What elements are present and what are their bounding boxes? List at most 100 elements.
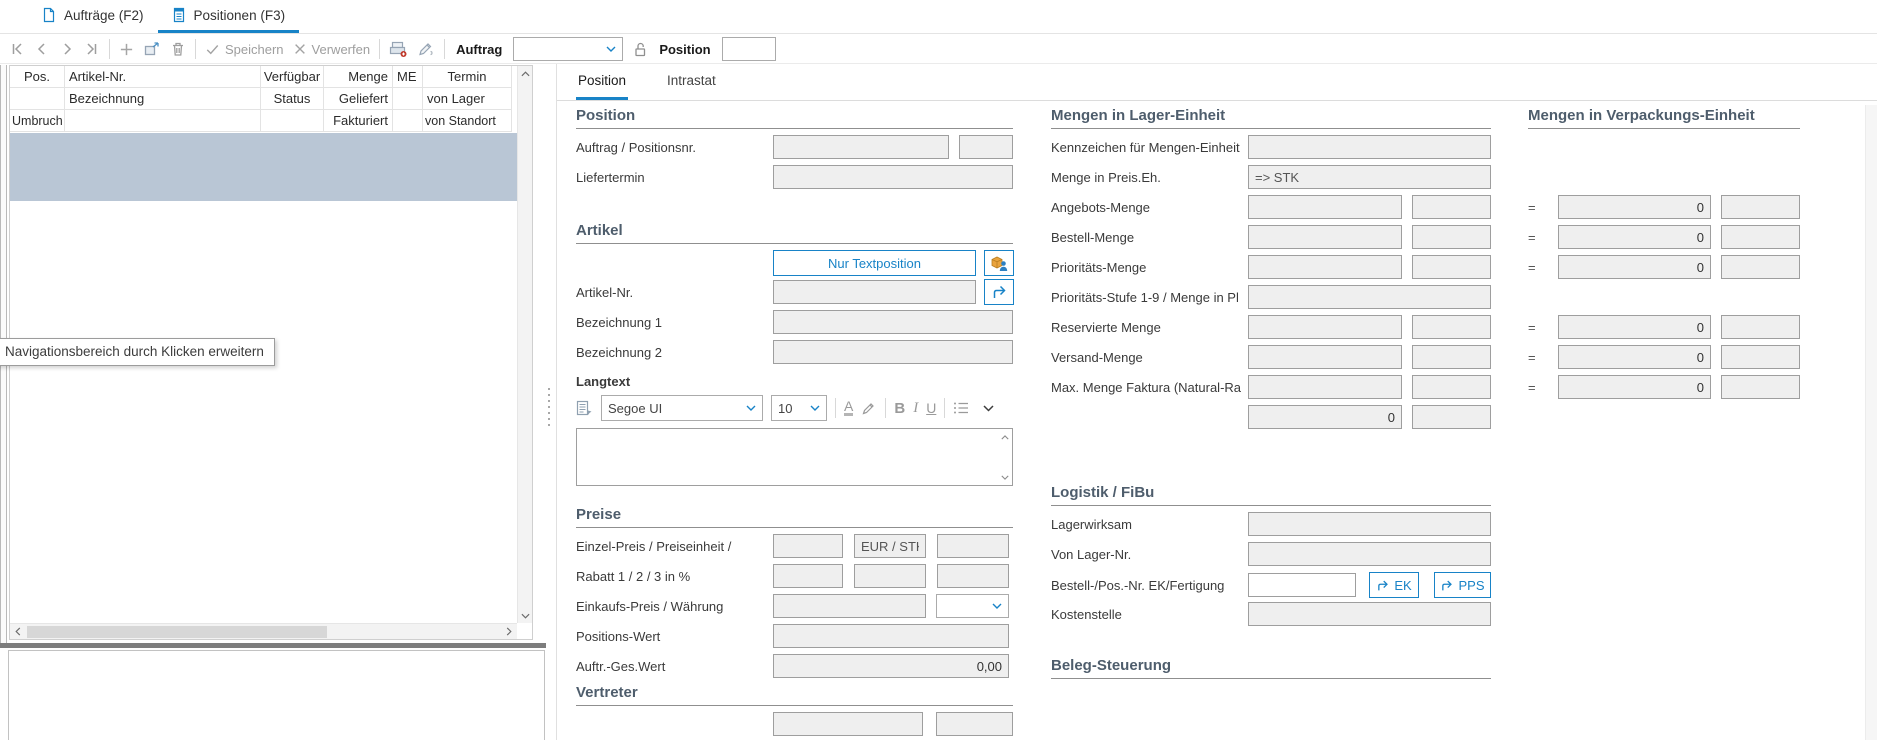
navigation-tooltip: Navigationsbereich durch Klicken erweite… <box>0 338 275 366</box>
nav-last-button[interactable] <box>84 41 100 57</box>
form-row <box>576 712 1013 736</box>
col-header-me[interactable]: ME <box>393 66 423 88</box>
col-header-fakturiert[interactable]: Fakturiert <box>324 110 393 132</box>
toolbar-expand-chevron[interactable] <box>983 405 994 412</box>
col-header-geliefert[interactable]: Geliefert <box>324 88 393 110</box>
col-header-umbruch[interactable]: Umbruch <box>10 110 65 132</box>
form-row: Prioritäts-Stufe 1-9 / Menge in Pl <box>1051 285 1491 309</box>
artikelstamm-button[interactable] <box>984 250 1014 276</box>
col-header-pos[interactable]: Pos. <box>10 66 65 88</box>
document-list-icon <box>172 7 186 23</box>
edit-note-button[interactable] <box>417 41 435 57</box>
mengen-summe-einheit-field <box>1412 405 1491 429</box>
liefertermin-field <box>773 165 1013 189</box>
print-document-button[interactable] <box>389 41 408 58</box>
grid-horizontal-scrollbar[interactable] <box>10 623 517 639</box>
form-row: Bestell-/Pos.-Nr. EK/Fertigung EK PPS <box>1051 572 1491 598</box>
bold-button[interactable]: B <box>894 400 905 417</box>
underline-button[interactable]: U <box>926 400 936 416</box>
italic-button[interactable]: I <box>913 400 918 417</box>
font-size-select[interactable]: 10 <box>771 395 827 421</box>
form-row: = <box>1528 315 1800 339</box>
form-row: = <box>1528 255 1800 279</box>
position-input[interactable] <box>722 37 776 61</box>
copy-record-button[interactable] <box>143 41 161 57</box>
delete-record-button[interactable] <box>170 41 186 57</box>
scroll-down-button[interactable] <box>999 471 1011 483</box>
new-record-button[interactable] <box>119 42 134 57</box>
font-family-value: Segoe UI <box>608 401 662 416</box>
menge-preiseh-field <box>1248 165 1491 189</box>
scroll-right-button[interactable] <box>501 624 517 639</box>
mengen-summe-field <box>1248 405 1402 429</box>
vertical-splitter-handle[interactable] <box>545 388 553 426</box>
verpackung-max-faktura-einheit-field <box>1721 375 1800 399</box>
save-button[interactable]: Speichern <box>205 42 284 57</box>
form-row: Rabatt 1 / 2 / 3 in % <box>576 564 1013 588</box>
bullet-list-button[interactable] <box>953 401 969 415</box>
waehrung-select[interactable] <box>936 594 1009 618</box>
scroll-up-button[interactable] <box>999 431 1011 443</box>
horizontal-splitter[interactable] <box>0 643 546 648</box>
grid-header: Pos. Artikel-Nr. Verfügbar Menge ME Term… <box>10 66 532 132</box>
discard-button[interactable]: Verwerfen <box>293 42 371 57</box>
save-button-label: Speichern <box>225 42 284 57</box>
pps-button[interactable]: PPS <box>1434 572 1491 598</box>
col-header-verfuegbar[interactable]: Verfügbar <box>261 66 324 88</box>
text-module-icon[interactable] <box>576 400 593 417</box>
tab-intrastat[interactable]: Intrastat <box>665 64 718 100</box>
col-header-von-standort[interactable]: von Standort <box>423 110 512 132</box>
nav-next-button[interactable] <box>59 41 75 57</box>
form-row: Angebots-Menge <box>1051 195 1491 219</box>
col-header-bezeichnung[interactable]: Bezeichnung <box>65 88 261 110</box>
langtext-font-toolbar: Segoe UI 10 A B I U <box>576 394 1013 422</box>
nav-prev-button[interactable] <box>34 41 50 57</box>
bestell-pos-nr-label: Bestell-/Pos.-Nr. EK/Fertigung <box>1051 578 1248 593</box>
tab-auftraege[interactable]: Aufträge (F2) <box>28 0 158 33</box>
font-color-button[interactable]: A <box>844 400 853 416</box>
bestell-pos-nr-field[interactable] <box>1248 573 1356 597</box>
scroll-down-button[interactable] <box>518 608 533 623</box>
highlight-pen-icon[interactable] <box>861 400 877 416</box>
ek-button[interactable]: EK <box>1369 572 1419 598</box>
document-icon <box>42 7 56 23</box>
column-mengen-logistik: Mengen in Lager-Einheit Kennzeichen für … <box>1051 105 1491 685</box>
grid-vertical-scrollbar[interactable] <box>517 66 532 623</box>
form-row: Max. Menge Faktura (Natural-Ra <box>1051 375 1491 399</box>
col-header-status[interactable]: Status <box>261 88 324 110</box>
tab-position[interactable]: Position <box>576 64 628 100</box>
column-verpackungs-einheit: Mengen in Verpackungs-Einheit = = = <box>1528 105 1800 405</box>
detail-vertical-scrollbar[interactable] <box>1865 105 1877 740</box>
col-header-artikel-nr[interactable]: Artikel-Nr. <box>65 66 261 88</box>
col-header-empty <box>65 110 261 132</box>
tab-positionen[interactable]: Positionen (F3) <box>158 0 300 33</box>
scrollbar-thumb[interactable] <box>27 626 327 638</box>
col-header-von-lager[interactable]: von Lager <box>423 88 512 110</box>
form-row: Auftrag / Positionsnr. <box>576 135 1013 159</box>
textarea-scrollbar[interactable] <box>998 429 1012 485</box>
toolbar-separator <box>109 39 110 59</box>
col-header-menge[interactable]: Menge <box>324 66 393 88</box>
form-row: Einkaufs-Preis / Währung <box>576 594 1013 618</box>
verpackung-prioritaets-einheit-field <box>1721 255 1800 279</box>
vertreter-field-2 <box>936 712 1013 736</box>
scroll-up-button[interactable] <box>518 66 533 81</box>
font-family-select[interactable]: Segoe UI <box>601 395 763 421</box>
preisfaktor-field <box>937 534 1009 558</box>
scroll-left-button[interactable] <box>10 624 26 639</box>
col-header-termin[interactable]: Termin <box>423 66 512 88</box>
goto-artikel-button[interactable] <box>984 279 1014 305</box>
versand-menge-label: Versand-Menge <box>1051 350 1248 365</box>
selected-grid-row[interactable] <box>10 133 517 201</box>
kennzeichen-label: Kennzeichen für Mengen-Einheit <box>1051 140 1248 155</box>
nur-textposition-button[interactable]: Nur Textposition <box>773 250 976 276</box>
prioritaetsstufe-label: Prioritäts-Stufe 1-9 / Menge in Pl <box>1051 290 1248 305</box>
unlock-icon[interactable] <box>632 41 648 58</box>
langtext-textarea[interactable] <box>576 428 1013 486</box>
turn-right-arrow-icon <box>991 284 1007 300</box>
nav-first-button[interactable] <box>9 41 25 57</box>
bezeichnung2-field <box>773 340 1013 364</box>
bezeichnung1-field <box>773 310 1013 334</box>
pps-button-label: PPS <box>1458 578 1484 593</box>
auftrag-select[interactable] <box>513 37 623 61</box>
